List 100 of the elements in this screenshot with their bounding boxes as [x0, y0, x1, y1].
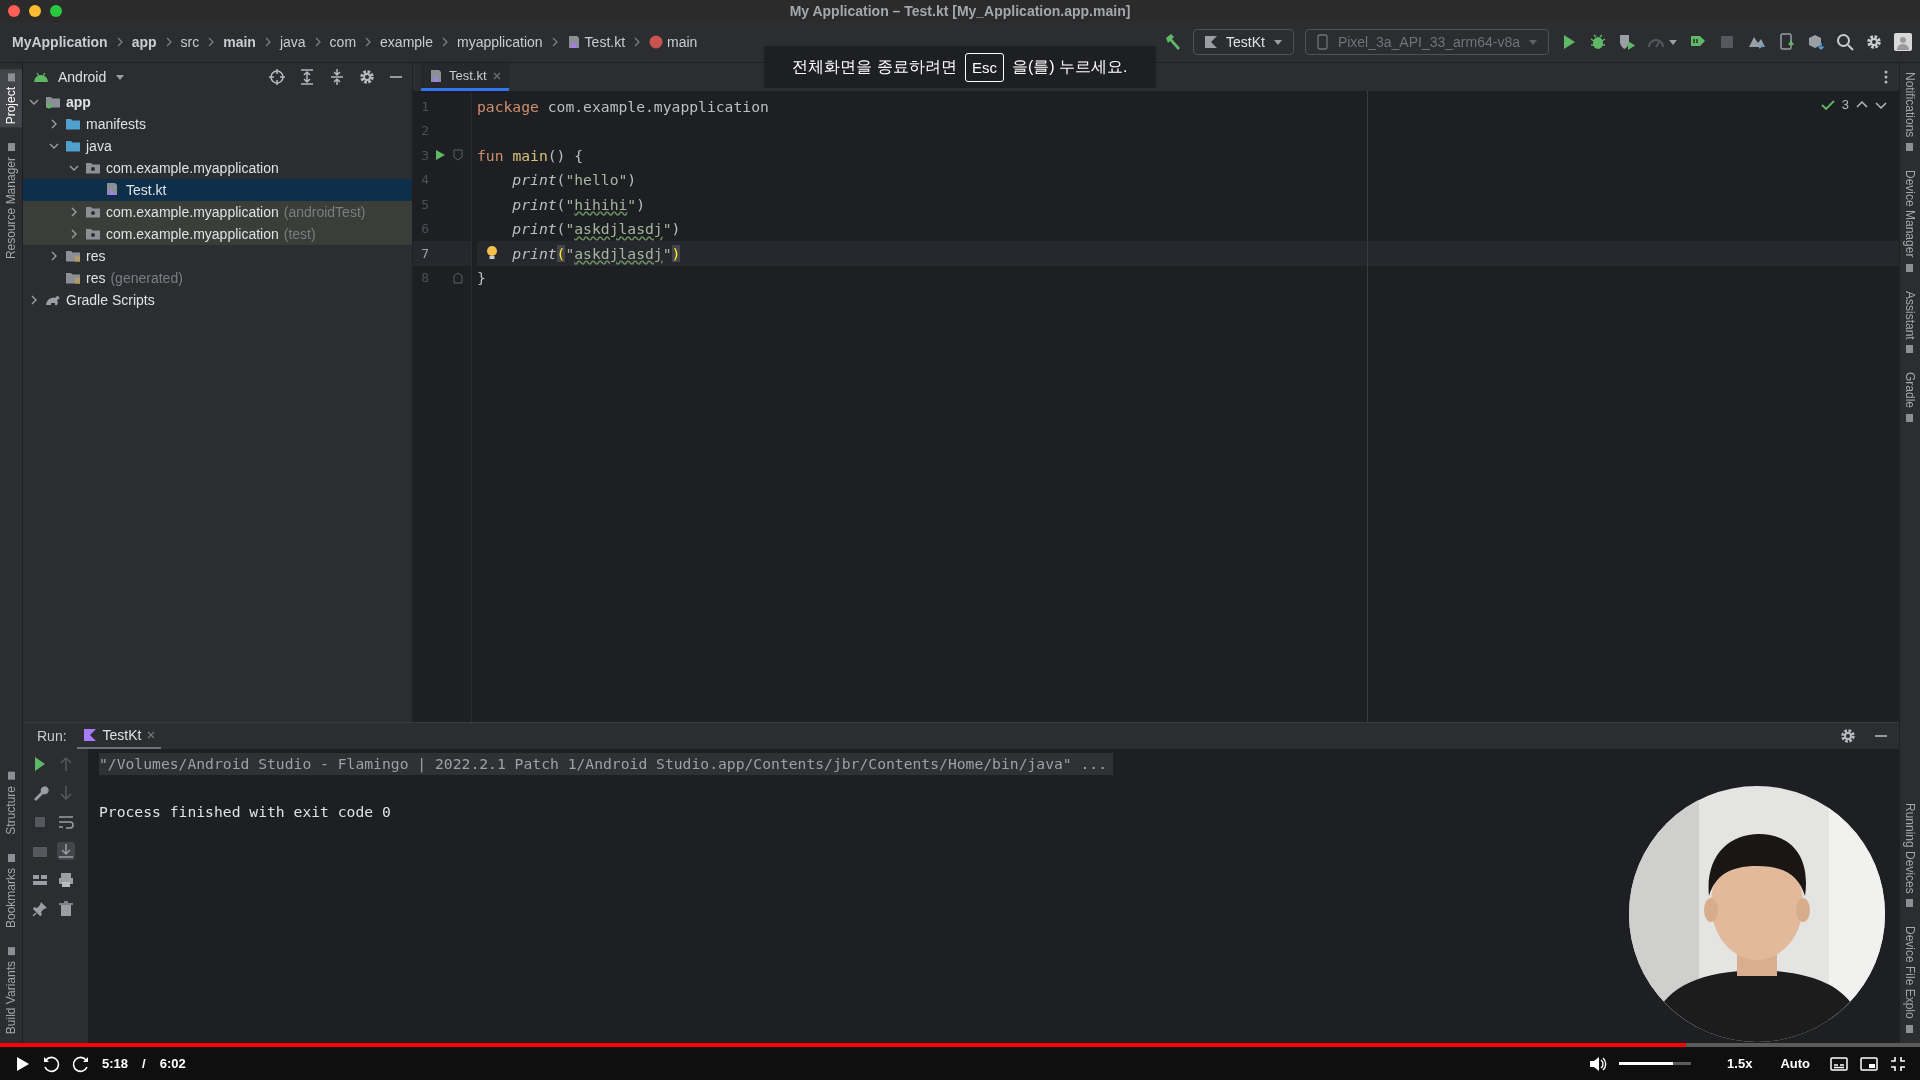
- chevron-icon: [115, 37, 124, 47]
- tree-item[interactable]: com.example.myapplication (test): [23, 223, 412, 245]
- tool-window-tab[interactable]: Bookmarks: [0, 849, 22, 931]
- view-dropdown[interactable]: Android: [33, 69, 126, 85]
- tree-item[interactable]: Test.kt: [23, 179, 412, 201]
- settings-icon[interactable]: [1839, 727, 1857, 745]
- breadcrumb[interactable]: MyApplication: [12, 34, 108, 50]
- notice-text: 을(를) 누르세요.: [1011, 56, 1128, 77]
- breadcrumb[interactable]: main: [649, 34, 698, 50]
- resource-folder-icon: [65, 248, 81, 264]
- tree-item-label: Test.kt: [126, 182, 167, 198]
- tree-item[interactable]: java: [23, 135, 412, 157]
- code-line: }: [477, 269, 486, 287]
- locate-icon[interactable]: [268, 68, 286, 86]
- tool-window-tab[interactable]: Build Variants: [0, 942, 22, 1037]
- tool-window-tab[interactable]: Device File Explo: [1900, 923, 1920, 1037]
- breadcrumb[interactable]: java: [279, 34, 306, 50]
- function-icon: [649, 35, 664, 49]
- fast-forward-icon[interactable]: [72, 1054, 90, 1073]
- chevron-down-icon[interactable]: [48, 141, 60, 151]
- exit-fullscreen-icon[interactable]: [1890, 1055, 1906, 1072]
- tree-item[interactable]: com.example.myapplication (androidTest): [23, 201, 412, 223]
- tool-window-tab[interactable]: Notifications: [1900, 69, 1920, 156]
- soft-wrap-icon[interactable]: [57, 813, 75, 831]
- tree-item[interactable]: res (generated): [23, 267, 412, 289]
- tree-item[interactable]: Gradle Scripts: [23, 289, 412, 311]
- shield-run-icon[interactable]: [1618, 33, 1636, 51]
- package-download-icon[interactable]: [1807, 33, 1825, 51]
- tree-item-label: com.example.myapplication: [106, 204, 279, 220]
- code-line: print("hihihi"): [511, 195, 646, 213]
- tool-window-icon: [1905, 1024, 1915, 1034]
- device-manager-icon[interactable]: [1778, 33, 1796, 51]
- package-folder-icon: [85, 204, 101, 220]
- notice-text: 전체화면을 종료하려면: [792, 56, 957, 77]
- chevron-icon: [633, 37, 642, 47]
- rewind-icon[interactable]: [42, 1054, 60, 1073]
- close-icon[interactable]: [492, 71, 501, 80]
- close-icon[interactable]: [147, 731, 156, 739]
- tree-item-label: Gradle Scripts: [66, 292, 155, 308]
- chevron-icon: [207, 37, 216, 47]
- tool-window-tab[interactable]: Running Devices: [1900, 799, 1920, 912]
- expand-all-icon[interactable]: [298, 68, 316, 86]
- breadcrumb[interactable]: Test.kt: [566, 34, 626, 50]
- kotlin-icon: [82, 728, 97, 742]
- editor-tab[interactable]: Test.kt: [421, 63, 509, 91]
- settings-icon[interactable]: [358, 68, 376, 86]
- chevron-icon: [364, 37, 373, 47]
- chevron-up-icon[interactable]: [1856, 99, 1868, 110]
- bug-icon[interactable]: [1589, 33, 1607, 51]
- trash-icon[interactable]: [57, 900, 75, 918]
- tool-window-tab[interactable]: Project: [0, 69, 22, 128]
- breadcrumb[interactable]: main: [223, 34, 256, 50]
- run-icon[interactable]: [434, 149, 446, 162]
- tool-window-tab[interactable]: Structure: [0, 768, 22, 838]
- window-controls-icon[interactable]: [8, 5, 62, 17]
- tool-window-tab[interactable]: Assistant: [1900, 287, 1920, 358]
- chevron-down-icon[interactable]: [28, 97, 40, 107]
- console-line: Process finished with exit code 0: [99, 802, 391, 822]
- caret-icon[interactable]: [1668, 38, 1678, 46]
- play-icon[interactable]: [16, 1055, 30, 1072]
- breadcrumb[interactable]: com: [329, 34, 357, 50]
- current-time: 5:18: [102, 1056, 129, 1071]
- search-icon[interactable]: [1836, 33, 1854, 51]
- volume-icon[interactable]: [1589, 1055, 1608, 1072]
- chevron-icon: [313, 37, 322, 47]
- scroll-to-end-icon[interactable]: [57, 842, 75, 860]
- more-icon[interactable]: [1883, 69, 1889, 85]
- subtitles-icon[interactable]: [1830, 1056, 1848, 1071]
- tree-item[interactable]: res: [23, 245, 412, 267]
- tree-item[interactable]: manifests: [23, 113, 412, 135]
- collapse-all-icon[interactable]: [328, 68, 346, 86]
- tree-item[interactable]: app: [23, 91, 412, 113]
- hammer-icon[interactable]: [1163, 33, 1182, 51]
- tool-window-icon: [6, 142, 16, 153]
- code-line: package com.example.myapplication: [477, 97, 769, 115]
- miniplayer-icon[interactable]: [1860, 1056, 1878, 1071]
- lightbulb-icon[interactable]: [486, 245, 498, 261]
- tool-window-icon: [6, 72, 16, 82]
- chevron-down-icon[interactable]: [1875, 99, 1887, 110]
- tool-window-tab[interactable]: Gradle: [1900, 369, 1920, 427]
- tool-window-tab[interactable]: Device Manager: [1900, 167, 1920, 276]
- tree-item[interactable]: com.example.myapplication: [23, 157, 412, 179]
- module-folder-icon: [45, 94, 61, 110]
- settings-icon[interactable]: [1865, 33, 1883, 51]
- breadcrumb[interactable]: example: [380, 34, 433, 50]
- breadcrumb[interactable]: myapplication: [457, 34, 543, 50]
- chevron-down-icon[interactable]: [68, 163, 80, 173]
- run-config-dropdown[interactable]: TestKt: [1192, 29, 1294, 55]
- tool-window-tab[interactable]: Resource Manager: [0, 139, 22, 263]
- breadcrumb[interactable]: app: [131, 34, 157, 50]
- quality-button[interactable]: Auto: [1780, 1056, 1810, 1071]
- volume-slider[interactable]: [1619, 1062, 1674, 1065]
- tree-item-label: com.example.myapplication: [106, 160, 279, 176]
- breadcrumb[interactable]: src: [180, 34, 200, 50]
- pin-icon[interactable]: [31, 900, 49, 918]
- speed-button[interactable]: 1.5x: [1727, 1056, 1753, 1071]
- tree-item-label: com.example.myapplication: [106, 226, 279, 242]
- caret-icon: [1272, 38, 1283, 46]
- print-icon[interactable]: [57, 871, 75, 889]
- run-tab[interactable]: TestKt: [76, 723, 162, 749]
